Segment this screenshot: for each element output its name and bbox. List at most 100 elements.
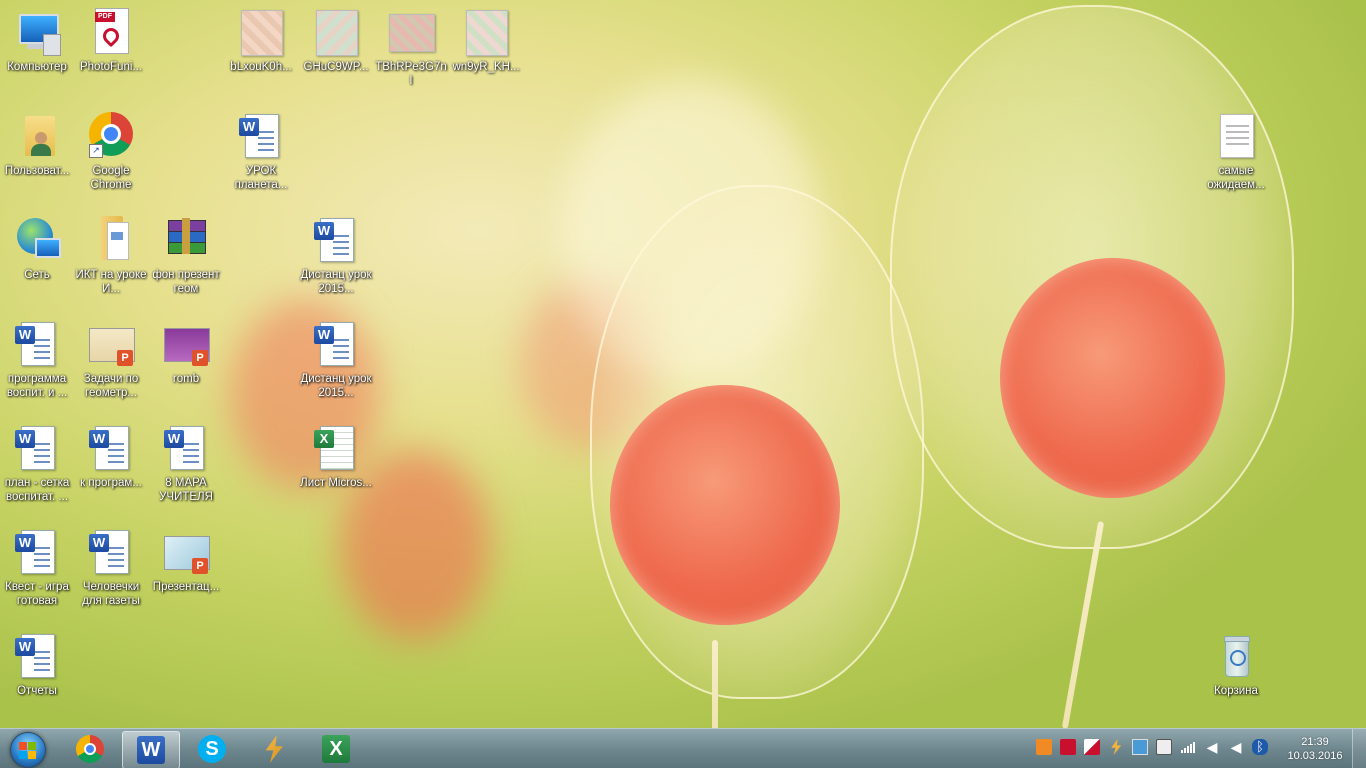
word-document-icon: W — [312, 216, 360, 264]
icon-label: ИКТ на уроке И... — [75, 269, 147, 295]
icon-label: wn9yR_KH... — [452, 61, 520, 73]
icon-label: Корзина — [1214, 685, 1258, 697]
tray-network-adapter-icon[interactable] — [1132, 739, 1148, 755]
desktop-icon-prezentatsiya[interactable]: P Презентац... — [149, 528, 223, 594]
taskbar-winamp-button[interactable] — [246, 731, 302, 767]
desktop-icon-programma[interactable]: W программа воспит. и ... — [0, 320, 74, 400]
tray-speaker-icon[interactable]: ◀ — [1204, 739, 1220, 755]
image-file-icon — [237, 8, 285, 56]
icon-label: Человечки для газеты — [82, 581, 140, 607]
desktop-icon-image-2[interactable]: GHuC9WP... — [299, 8, 373, 74]
icon-label: romb — [172, 373, 200, 385]
desktop-icon-image-4[interactable]: wn9yR_KH... — [449, 8, 523, 74]
pdf-file-icon: PDF — [87, 8, 135, 56]
tray-flash-icon[interactable] — [1084, 739, 1100, 755]
tray-usb-icon[interactable] — [1156, 739, 1172, 755]
desktop-icon-romb[interactable]: P romb — [149, 320, 223, 386]
icon-label: Отчеты — [17, 685, 57, 697]
tray-bluetooth-icon[interactable]: ᛒ — [1252, 739, 1268, 755]
tray-lightning-icon[interactable] — [1111, 739, 1122, 755]
desktop-icon-google-chrome[interactable]: ↗ Google Chrome — [74, 112, 148, 192]
icon-label: TBhRPe3G7nI — [375, 61, 447, 87]
desktop-icon-kvest[interactable]: W Квест - игра готовая — [0, 528, 74, 608]
desktop-icon-computer[interactable]: Компьютер — [0, 8, 74, 74]
desktop-icon-zadachi[interactable]: P Задачи по геометр... — [74, 320, 148, 400]
tray-volume-icon[interactable]: ◀ — [1228, 739, 1244, 755]
desktop-icon-distants-1[interactable]: W Дистанц урок 2015... — [299, 216, 373, 296]
icon-label: Квест - игра готовая — [5, 581, 69, 607]
icon-label: Сеть — [24, 269, 50, 281]
icon-label: Дистанц урок 2015... — [300, 269, 372, 295]
word-document-icon: W — [87, 424, 135, 472]
desktop-icon-excel-sheet[interactable]: X Лист Micros... — [299, 424, 373, 490]
start-button[interactable] — [6, 731, 50, 768]
desktop-icon-chelovechki[interactable]: W Человечки для газеты — [74, 528, 148, 608]
windows-logo-icon — [10, 732, 46, 768]
word-document-icon: W — [87, 528, 135, 576]
desktop-icon-photofuni[interactable]: PDF PhotoFuni... — [74, 8, 148, 74]
word-document-icon: W — [312, 320, 360, 368]
wallpaper-stem — [1061, 521, 1105, 728]
image-file-icon — [462, 8, 510, 56]
word-document-icon: W — [13, 632, 61, 680]
desktop-icon-otchety[interactable]: W Отчеты — [0, 632, 74, 698]
powerpoint-file-icon: P — [87, 320, 135, 368]
folder-icon — [87, 216, 135, 264]
word-document-icon: W — [237, 112, 285, 160]
desktop-icon-8-marta[interactable]: W 8 МАРА УЧИТЕЛЯ — [149, 424, 223, 504]
skype-icon: S — [198, 735, 226, 763]
desktop: Компьютер PDF PhotoFuni... bLxouK0h... G… — [0, 0, 1366, 728]
tray-signal-icon[interactable] — [1180, 739, 1196, 755]
icon-label: GHuC9WP... — [303, 61, 369, 73]
icon-label: УРОК планета... — [234, 165, 288, 191]
wallpaper-berry — [1000, 258, 1225, 498]
icon-label: к програм... — [80, 477, 142, 489]
chrome-icon: ↗ — [87, 112, 135, 160]
icon-label: Задачи по геометр... — [83, 373, 139, 399]
icon-label: Дистанц урок 2015... — [300, 373, 372, 399]
desktop-icon-network[interactable]: Сеть — [0, 216, 74, 282]
word-document-icon: W — [13, 424, 61, 472]
taskbar-chrome-button[interactable] — [62, 731, 118, 767]
user-folder-icon — [13, 112, 61, 160]
icon-label: самые ожидаем... — [1207, 165, 1265, 191]
icon-label: Google Chrome — [90, 165, 132, 191]
word-icon: W — [137, 736, 165, 764]
chrome-icon — [76, 735, 104, 763]
taskbar: W S X ◀ ◀ ᛒ 21:39 10.03.2016 — [0, 728, 1366, 768]
taskbar-skype-button[interactable]: S — [184, 731, 240, 767]
clock-date: 10.03.2016 — [1287, 750, 1343, 762]
desktop-icon-ikt-folder[interactable]: ИКТ на уроке И... — [74, 216, 148, 296]
show-desktop-button[interactable] — [1352, 729, 1366, 768]
powerpoint-file-icon: P — [162, 320, 210, 368]
powerpoint-file-icon: P — [162, 528, 210, 576]
icon-label: Лист Micros... — [300, 477, 372, 489]
desktop-icon-distants-2[interactable]: W Дистанц урок 2015... — [299, 320, 373, 400]
desktop-icon-image-1[interactable]: bLxouK0h... — [224, 8, 298, 74]
taskbar-clock[interactable]: 21:39 10.03.2016 — [1284, 735, 1346, 763]
icon-label: фон презент геом — [152, 269, 220, 295]
wallpaper-stem — [712, 640, 718, 728]
desktop-icon-winrar-archive[interactable]: фон презент геом — [149, 216, 223, 296]
taskbar-word-button[interactable]: W — [122, 731, 180, 768]
winrar-archive-icon — [162, 216, 210, 264]
tray-update-icon[interactable] — [1036, 739, 1052, 755]
image-file-icon — [312, 8, 360, 56]
word-document-icon: W — [162, 424, 210, 472]
taskbar-excel-button[interactable]: X — [308, 731, 364, 767]
icon-label: программа воспит. и ... — [6, 373, 68, 399]
icon-label: 8 МАРА УЧИТЕЛЯ — [159, 477, 213, 503]
desktop-icon-urok-planeta[interactable]: W УРОК планета... — [224, 112, 298, 192]
excel-file-icon: X — [312, 424, 360, 472]
desktop-icon-k-programme[interactable]: W к програм... — [74, 424, 148, 490]
icon-label: план - сетка воспитат. ... — [4, 477, 70, 503]
recycle-bin-icon — [1212, 632, 1260, 680]
desktop-icon-plan-setka[interactable]: W план - сетка воспитат. ... — [0, 424, 74, 504]
desktop-icon-image-3[interactable]: TBhRPe3G7nI — [374, 8, 448, 88]
clock-time: 21:39 — [1301, 736, 1329, 748]
word-document-icon: W — [13, 528, 61, 576]
tray-acrobat-icon[interactable] — [1060, 739, 1076, 755]
desktop-icon-user-folder[interactable]: Пользоват... — [0, 112, 74, 178]
desktop-icon-text-file[interactable]: самые ожидаем... — [1199, 112, 1273, 192]
desktop-icon-recycle-bin[interactable]: Корзина — [1199, 632, 1273, 698]
